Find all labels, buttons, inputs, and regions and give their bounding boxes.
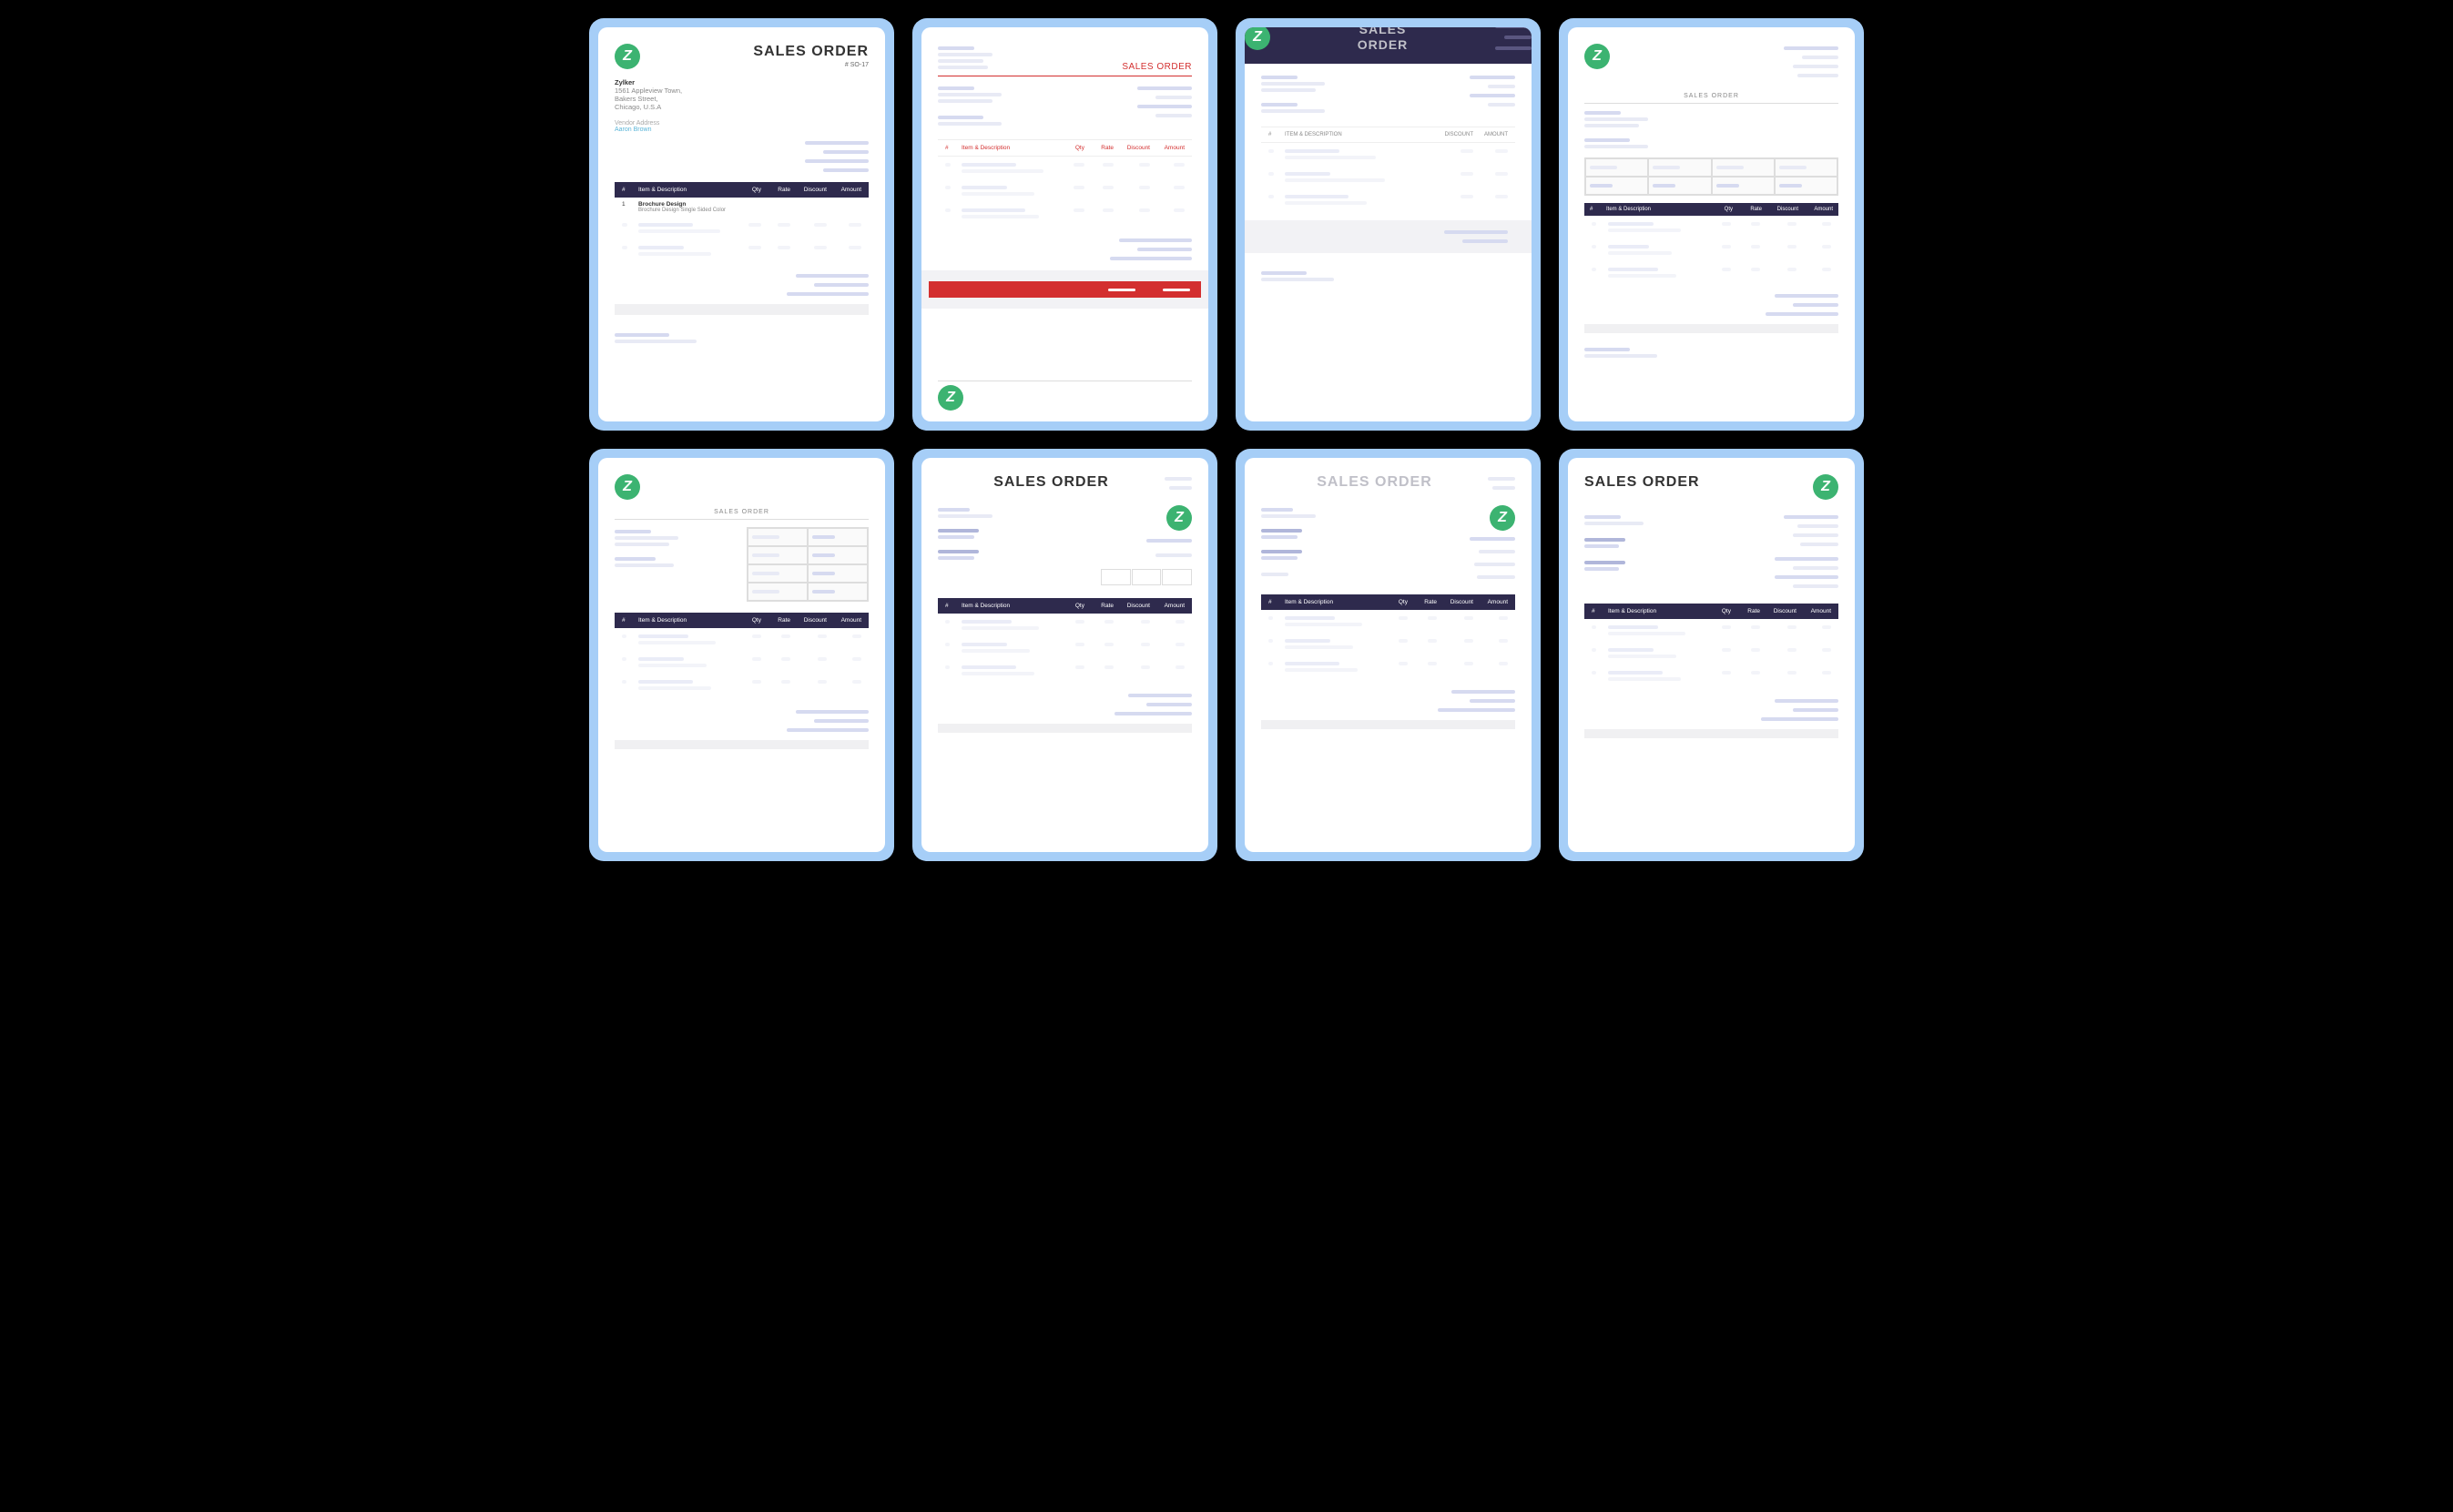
logo-icon: Z <box>615 474 640 500</box>
table-header: # Item & Description Qty Rate Discount A… <box>1584 604 1838 619</box>
line-item-placeholder <box>615 217 869 239</box>
document-title: SALES ORDER <box>615 509 869 515</box>
meta-grid <box>1584 157 1838 196</box>
template-card-7[interactable]: SALES ORDER <box>1236 449 1541 861</box>
logo-icon: Z <box>1813 474 1838 500</box>
template-preview-3: Z SALESORDER <box>1245 27 1532 421</box>
table-header: # Item & Description Qty Rate Discount A… <box>1584 203 1838 216</box>
total-bar <box>929 281 1201 298</box>
document-title: SALES ORDER <box>938 474 1165 491</box>
address-line-1: 1561 Appleview Town, <box>615 86 869 95</box>
template-card-2[interactable]: SALES ORDER <box>912 18 1217 431</box>
company-name: Zylker <box>615 78 869 86</box>
template-card-4[interactable]: Z SALES ORDER <box>1559 18 1864 431</box>
template-preview-1: Z SALES ORDER # SO-17 Zylker 1561 Applev… <box>598 27 885 421</box>
address-line-3: Chicago, U.S.A <box>615 103 869 111</box>
table-header: # Item & Description Qty Rate Discount A… <box>938 598 1192 614</box>
logo-icon: Z <box>1166 505 1192 531</box>
vendor-label: Vendor Address <box>615 120 869 127</box>
table-header: # Item & Description Qty Rate Discount A… <box>615 613 869 628</box>
template-preview-4: Z SALES ORDER <box>1568 27 1855 421</box>
vendor-name: Aaron Brown <box>615 127 869 133</box>
document-title: SALES ORDER <box>753 44 869 60</box>
document-title: SALESORDER <box>1281 27 1484 53</box>
header-band: Z SALESORDER <box>1245 27 1532 64</box>
document-title: SALES ORDER <box>1584 474 1700 491</box>
order-number: # SO-17 <box>753 62 869 68</box>
document-title: SALES ORDER <box>1070 62 1193 72</box>
template-preview-2: SALES ORDER <box>921 27 1208 421</box>
table-header: # Item & Description Qty Rate Discount A… <box>938 139 1192 157</box>
logo-icon: Z <box>615 44 640 69</box>
logo-icon: Z <box>938 385 963 411</box>
meta-boxes <box>1101 569 1192 585</box>
template-preview-6: SALES ORDER <box>921 458 1208 852</box>
template-card-1[interactable]: Z SALES ORDER # SO-17 Zylker 1561 Applev… <box>589 18 894 431</box>
table-header: # Item & Description Qty Rate Discount A… <box>1261 594 1515 610</box>
logo-icon: Z <box>1490 505 1515 531</box>
table-header: # ITEM & DESCRIPTION DISCOUNT AMOUNT <box>1261 127 1515 143</box>
document-title: SALES ORDER <box>1261 474 1488 491</box>
document-title: SALES ORDER <box>1584 93 1838 99</box>
template-gallery: Z SALES ORDER # SO-17 Zylker 1561 Applev… <box>589 18 1864 861</box>
template-card-6[interactable]: SALES ORDER <box>912 449 1217 861</box>
template-card-3[interactable]: Z SALESORDER <box>1236 18 1541 431</box>
logo-icon: Z <box>1584 44 1610 69</box>
logo-icon: Z <box>1245 27 1270 50</box>
template-preview-7: SALES ORDER <box>1245 458 1532 852</box>
meta-grid <box>747 527 870 602</box>
template-preview-8: SALES ORDER Z <box>1568 458 1855 852</box>
template-card-5[interactable]: Z SALES ORDER <box>589 449 894 861</box>
line-item-1: 1 Brochure Design Brochure Design Single… <box>615 198 869 217</box>
template-card-8[interactable]: SALES ORDER Z <box>1559 449 1864 861</box>
template-preview-5: Z SALES ORDER <box>598 458 885 852</box>
address-line-2: Bakers Street, <box>615 95 869 103</box>
table-header: # Item & Description Qty Rate Discount A… <box>615 182 869 198</box>
